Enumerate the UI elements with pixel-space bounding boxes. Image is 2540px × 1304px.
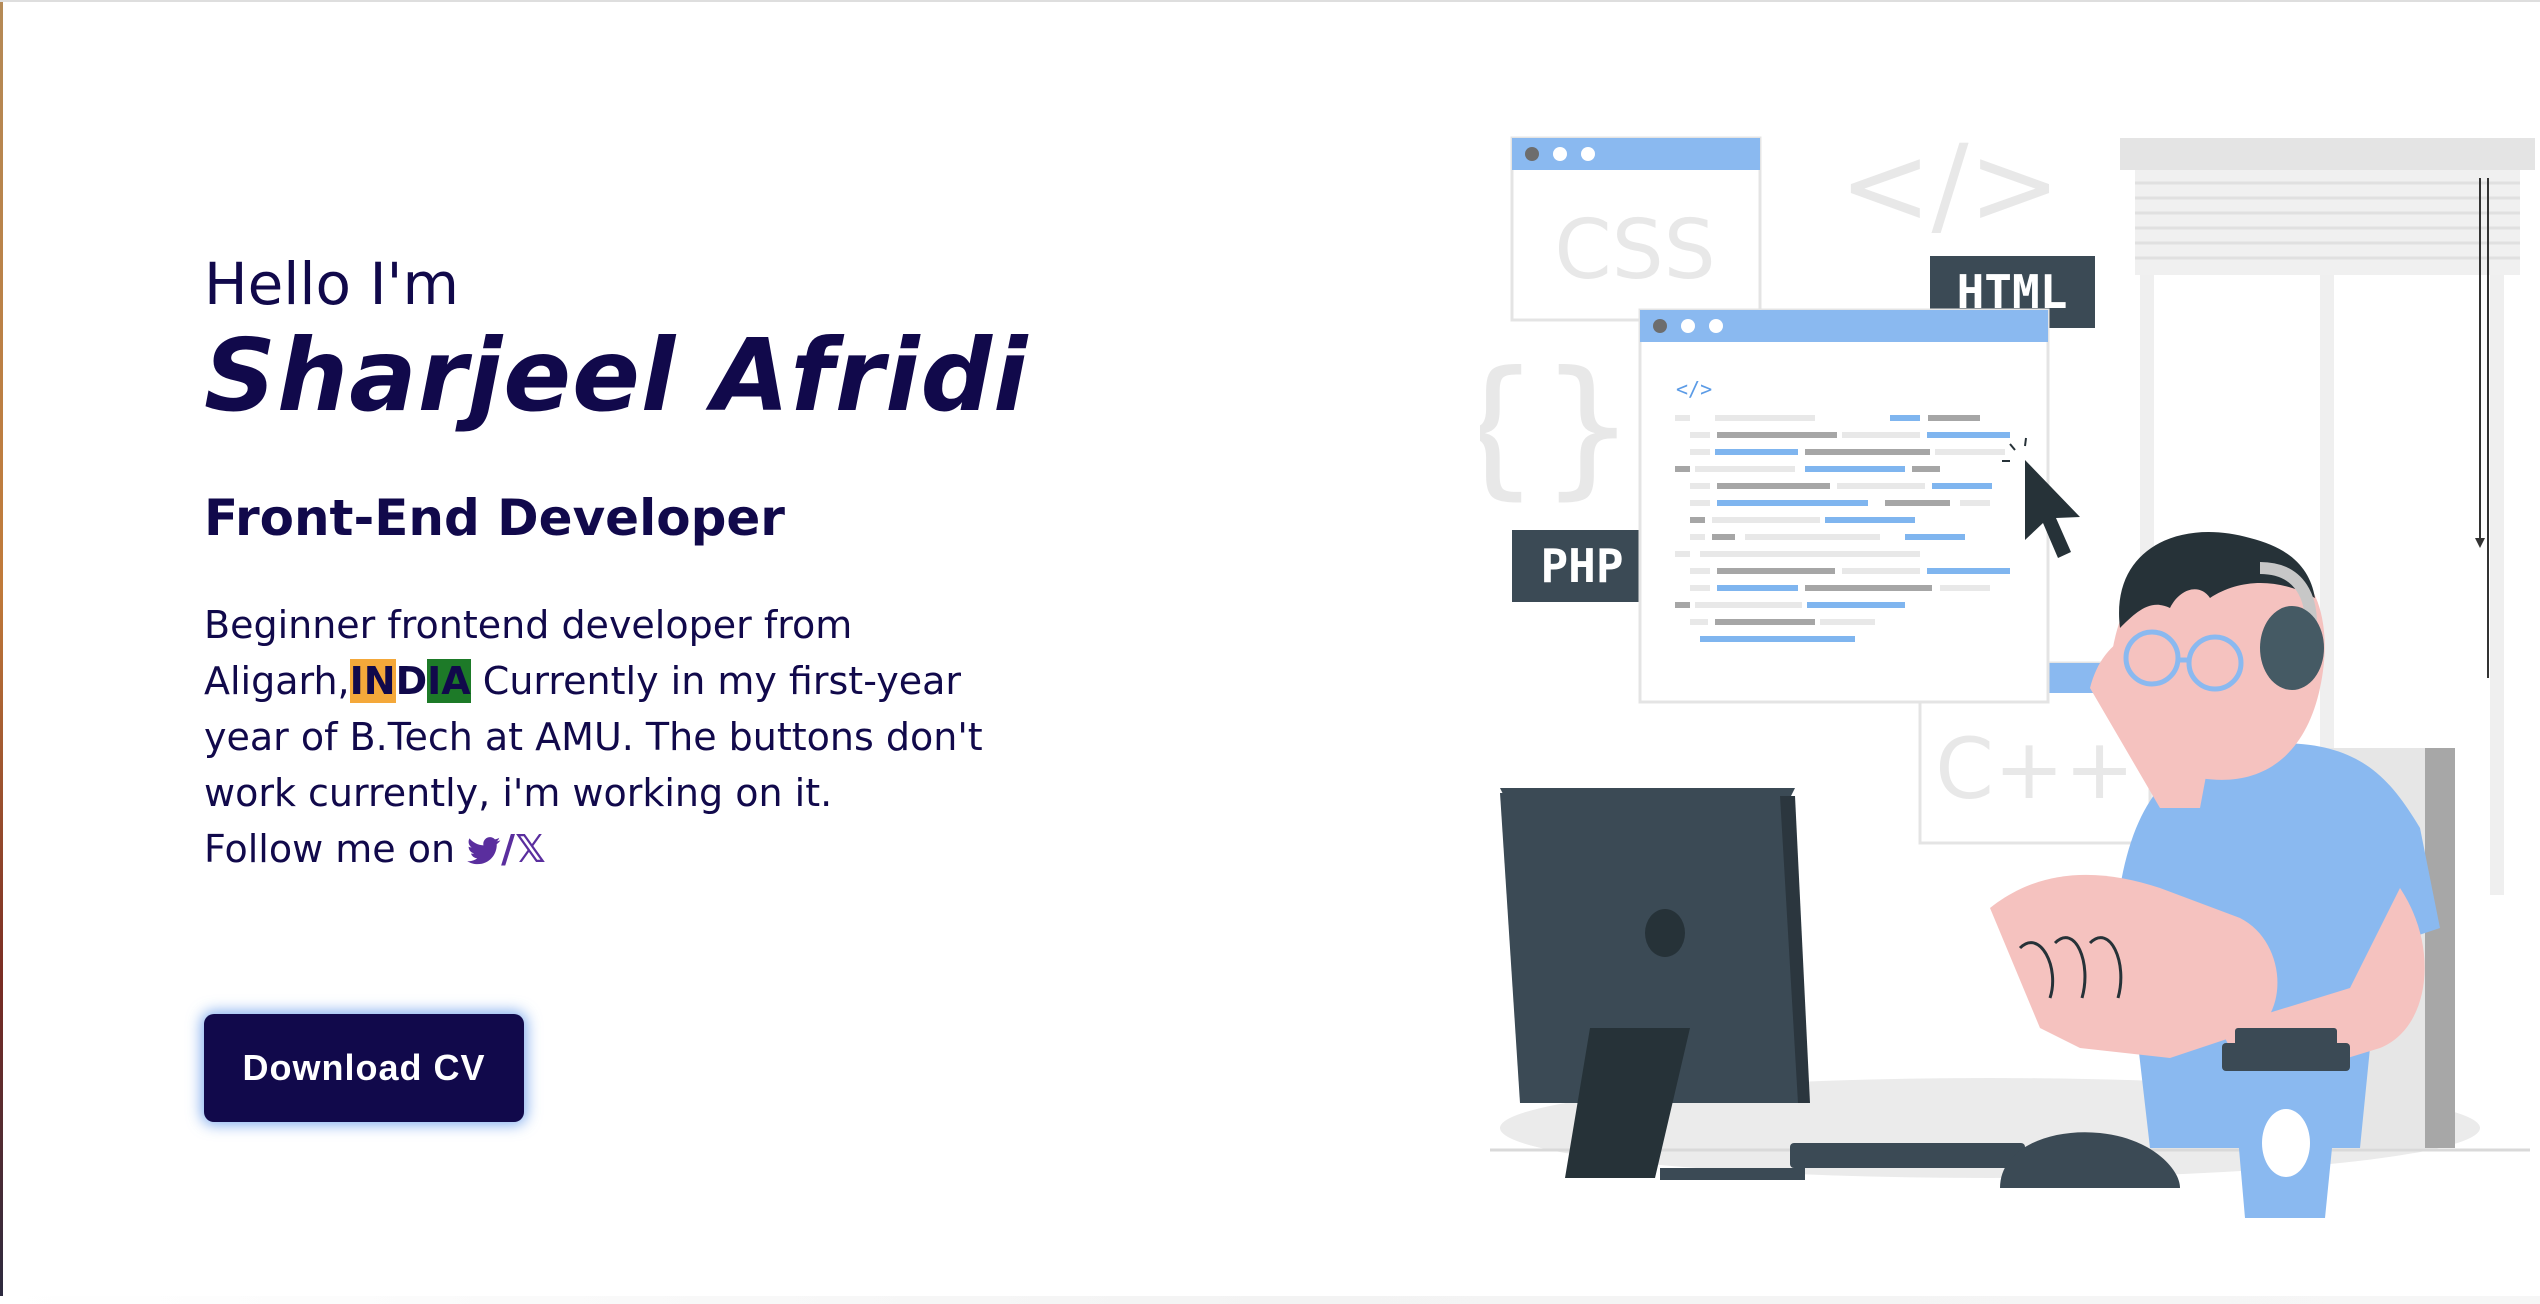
- svg-text:CSS: CSS: [1554, 203, 1715, 298]
- country-saffron: IN: [349, 658, 396, 703]
- bottom-fade: [0, 1296, 2540, 1304]
- twitter-bird-icon: [467, 836, 501, 864]
- country-green: IA: [427, 658, 471, 703]
- page-title: Sharjeel Afridi: [204, 316, 1029, 434]
- hero-section: Hello I'm Sharjeel Afridi Front-End Deve…: [204, 248, 1084, 877]
- follow-text: Follow me on: [204, 826, 468, 871]
- x-icon[interactable]: 𝕏: [515, 827, 546, 871]
- window-edge: [0, 0, 3, 1304]
- download-cv-button[interactable]: Download CV: [204, 1014, 524, 1122]
- icon-separator: /: [501, 826, 516, 871]
- developer-illustration: CSS </> HTML {} PHP C++ </>: [1480, 128, 2535, 1218]
- job-title: Front-End Developer: [204, 488, 785, 547]
- css-window: CSS: [1510, 136, 1762, 322]
- code-tag-icon: </>: [1839, 128, 2060, 249]
- braces-icon: {}: [1480, 340, 1635, 514]
- php-badge: PHP: [1512, 530, 1652, 602]
- top-divider: [0, 0, 2540, 2]
- code-editor-window: </>: [1638, 308, 2050, 704]
- greeting: Hello I'm: [204, 250, 459, 318]
- twitter-link[interactable]: [467, 827, 501, 871]
- svg-text:PHP: PHP: [1540, 539, 1623, 593]
- country-white: D: [395, 658, 428, 703]
- svg-text:</>: </>: [1676, 377, 1712, 401]
- bio-paragraph: Beginner frontend developer from Aligarh…: [204, 597, 1054, 877]
- coffee-cup-icon: [2222, 1028, 2350, 1218]
- svg-text:C++: C++: [1935, 720, 2134, 818]
